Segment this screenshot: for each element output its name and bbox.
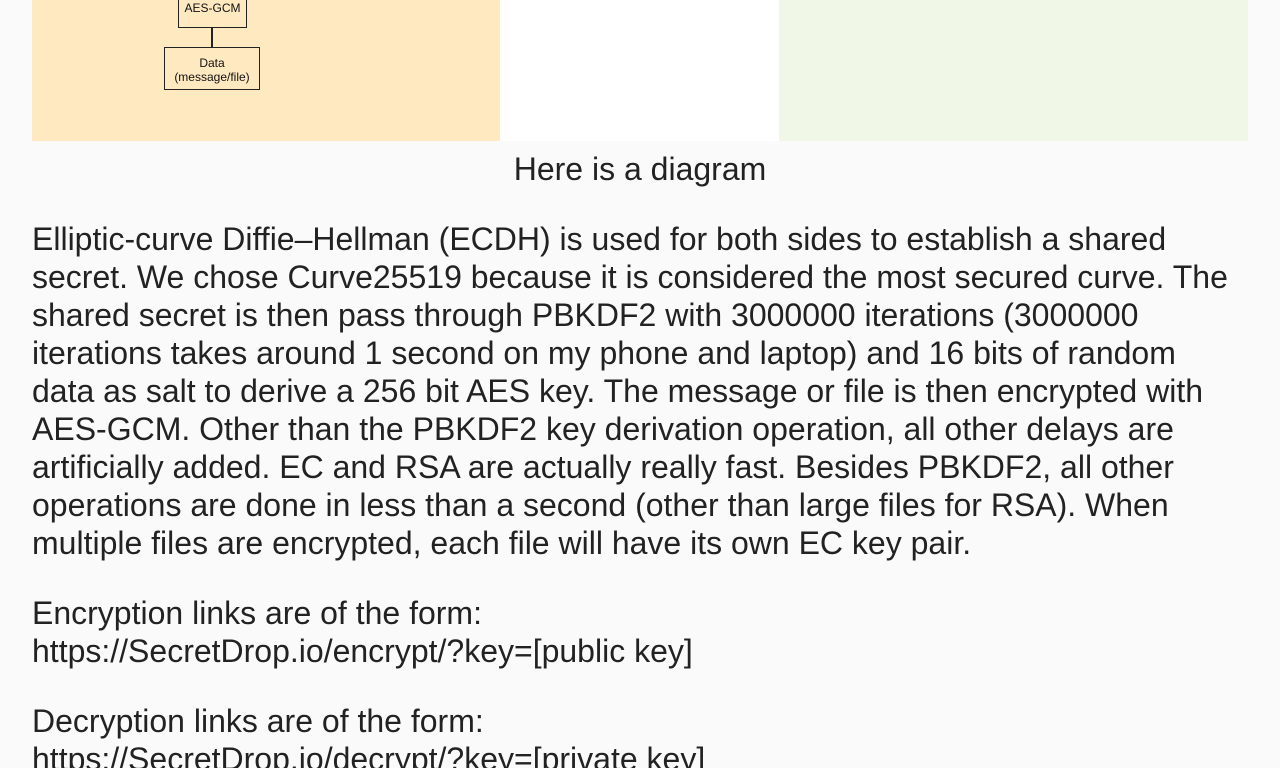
decryption-link-paragraph: Decryption links are of the form: https:… xyxy=(32,702,1232,768)
data-node: Data (message/file) xyxy=(164,47,260,90)
diagram-connector xyxy=(211,28,213,47)
encryption-link-format: https://SecretDrop.io/encrypt/?key=[publ… xyxy=(32,633,693,669)
aes-gcm-node-label: AES-GCM xyxy=(184,1,241,15)
decryption-link-intro: Decryption links are of the form: xyxy=(32,703,484,739)
encryption-link-intro: Encryption links are of the form: xyxy=(32,595,482,631)
ecdh-description-paragraph: Elliptic-curve Diffie–Hellman (ECDH) is … xyxy=(32,221,1228,561)
diagram-panel-sender: AES-GCM Data (message/file) xyxy=(32,0,500,141)
diagram-panel-middle xyxy=(500,0,779,141)
diagram-caption: Here is a diagram xyxy=(513,151,767,187)
decryption-link-format: https://SecretDrop.io/decrypt/?key=[priv… xyxy=(32,741,706,768)
aes-gcm-node: AES-GCM xyxy=(178,0,247,28)
data-node-sublabel: (message/file) xyxy=(174,70,250,84)
page: AES-GCM Data (message/file) Here is a di… xyxy=(0,0,1280,768)
encryption-link-paragraph: Encryption links are of the form: https:… xyxy=(32,594,1232,670)
diagram-panel-receiver xyxy=(779,0,1248,141)
encryption-diagram: AES-GCM Data (message/file) xyxy=(32,0,1248,141)
data-node-label: Data xyxy=(199,56,225,70)
